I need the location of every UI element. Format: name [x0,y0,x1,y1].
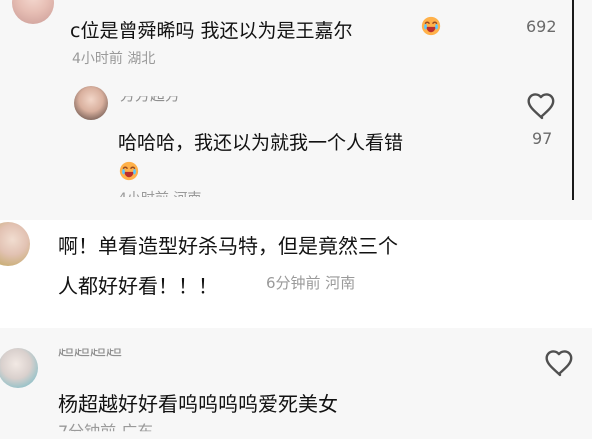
laughing-emoji-icon [420,15,442,37]
comment-meta: 4小时前 湖北 [72,51,156,67]
comment-text-line-1: 啊！单看造型好杀马特，但是竟然三个 [58,234,398,258]
scroll-divider [572,0,574,200]
like-count: 692 [526,17,557,36]
avatar[interactable] [74,86,108,120]
reply-text: 哈哈哈，我还以为就我一个人看错 [118,132,404,154]
heart-outline-icon[interactable] [526,91,558,123]
comment-text: c位是曾舜晞吗 我还以为是王嘉尔 [70,20,353,42]
like-count: 97 [532,129,553,148]
comment-text-line-2: 人都好好看！！！ [58,274,218,298]
heart-outline-icon[interactable] [544,348,576,380]
comment-meta: 6分钟前 河南 [266,274,356,292]
comment-text: 杨超越好好看呜呜呜呜爱死美女 [58,392,338,416]
laughing-emoji-icon [118,160,140,182]
comment-list: c位是曾舜晞吗 我还以为是王嘉尔 4小时前 湖北 692 芳芳超芳 哈哈哈，我还… [0,0,592,439]
